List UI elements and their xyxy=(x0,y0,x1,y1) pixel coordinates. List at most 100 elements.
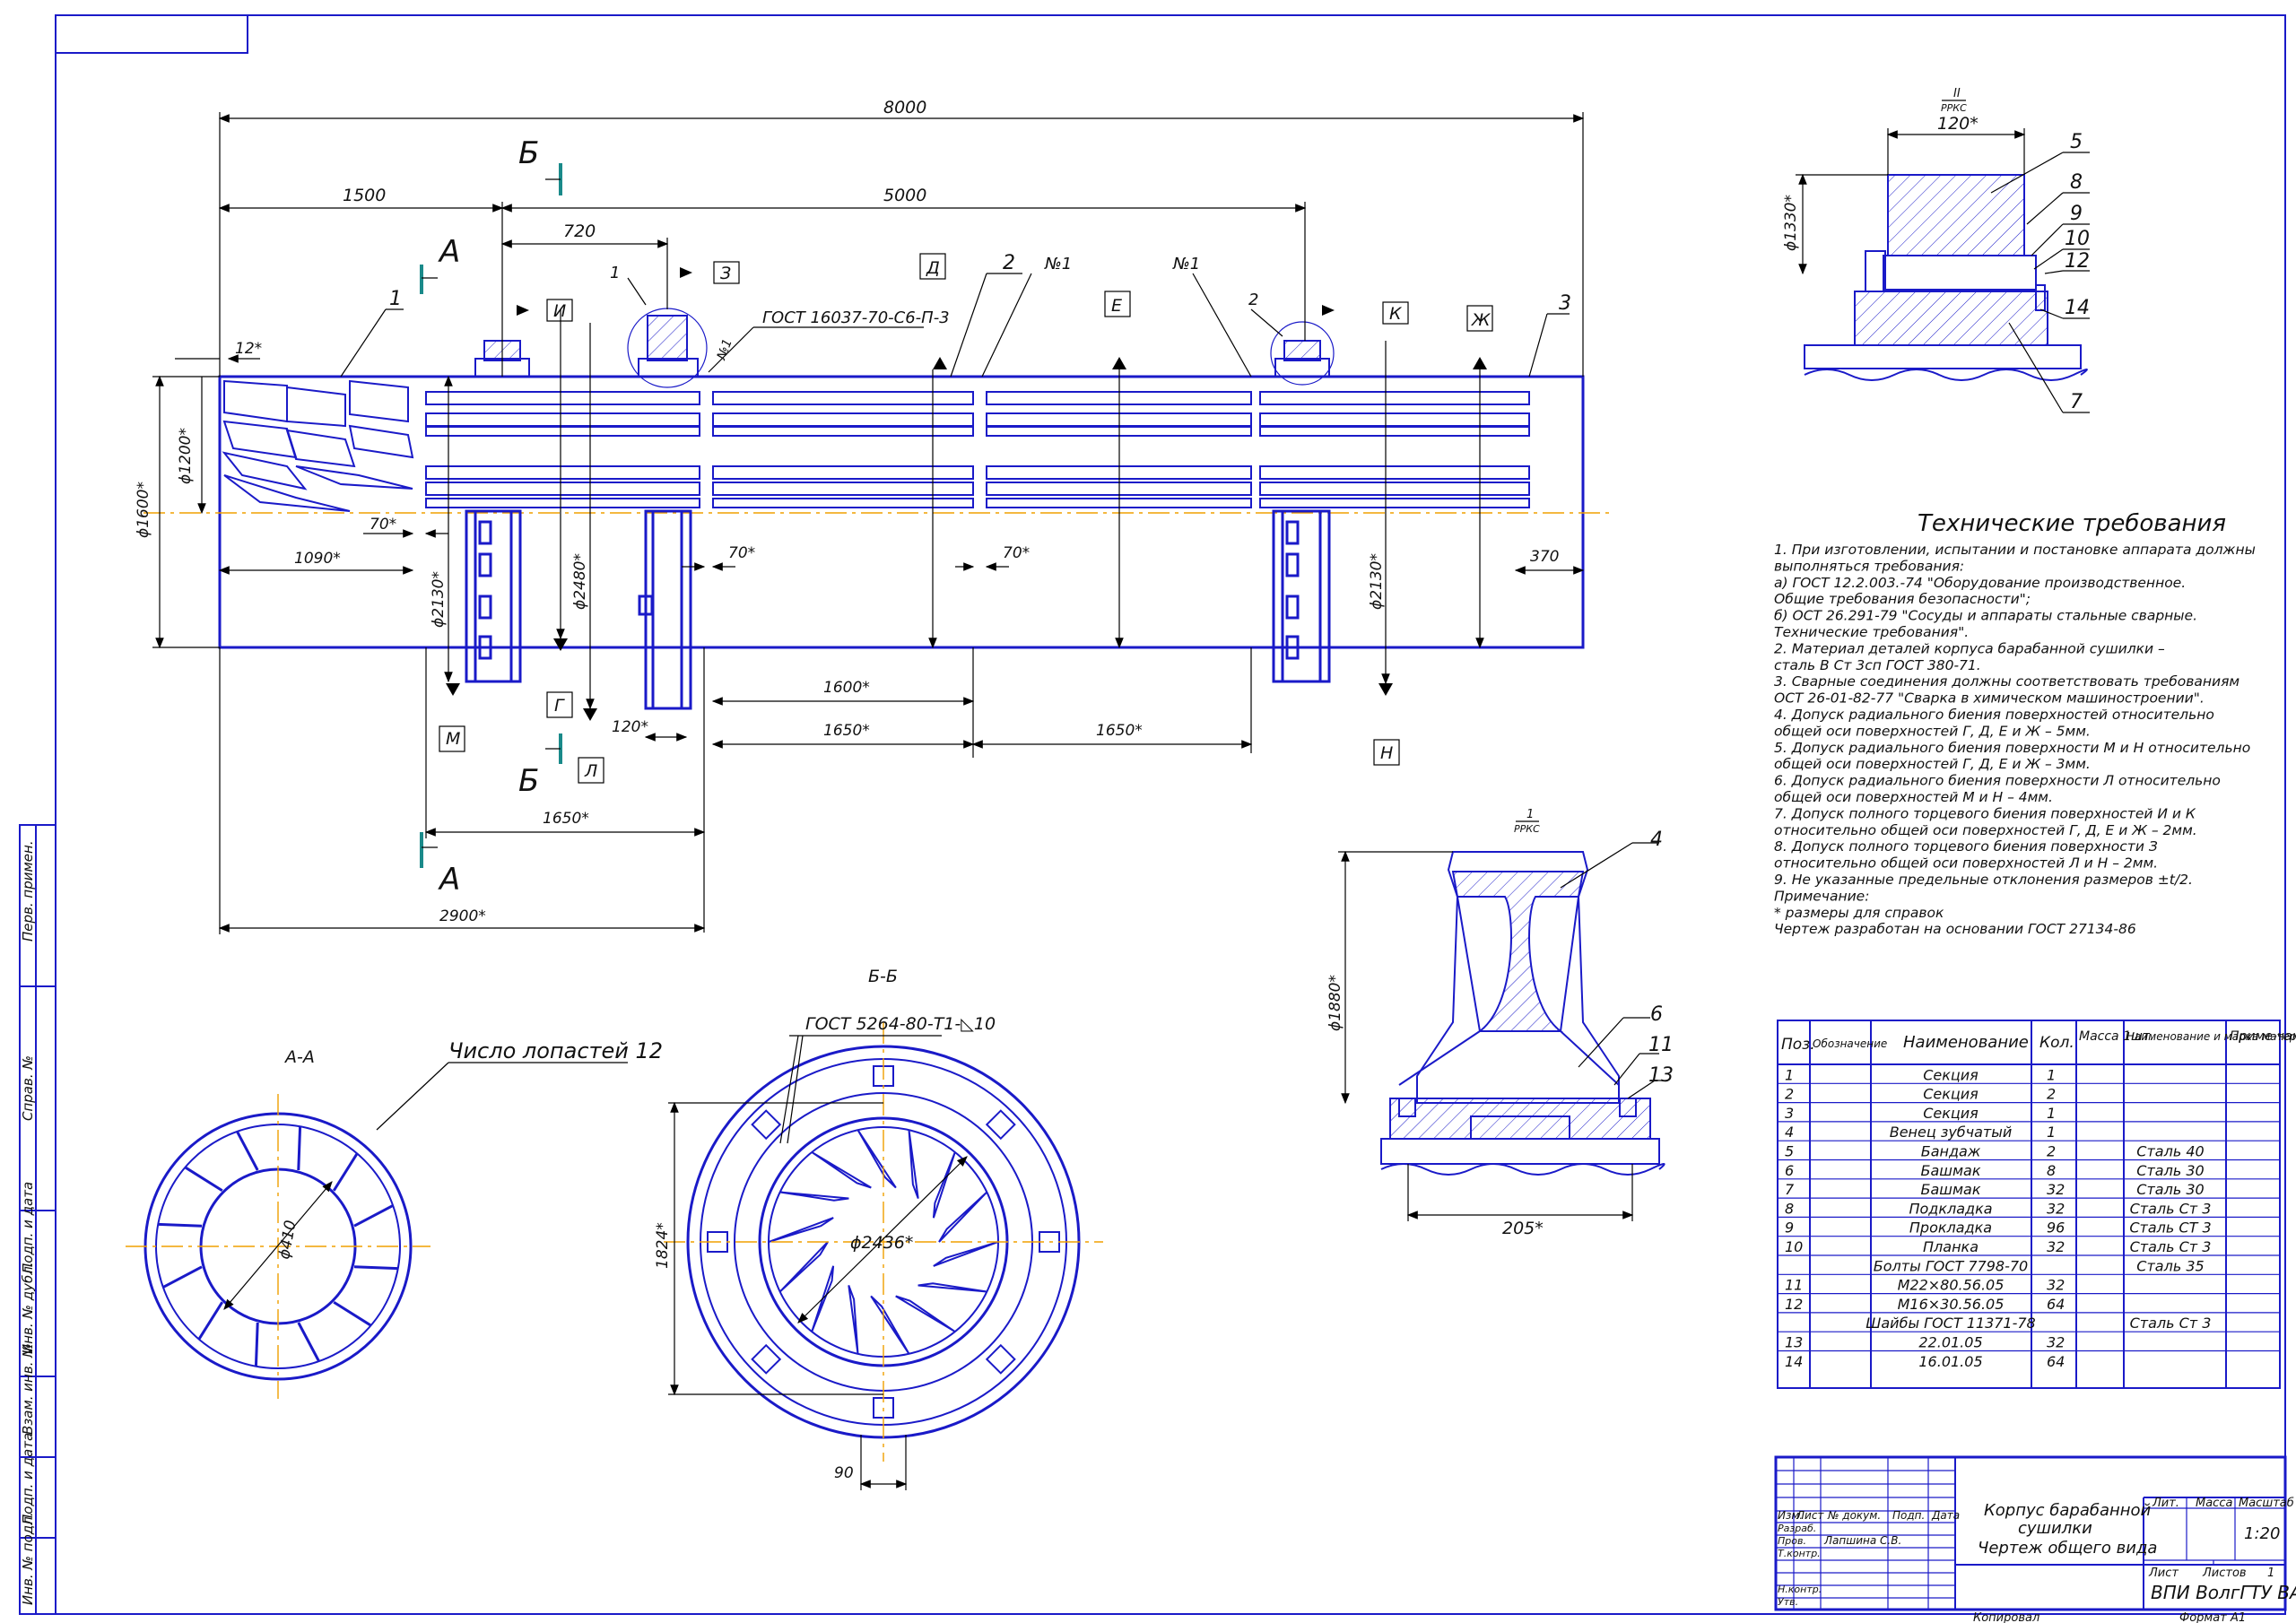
spec-cell: 8 xyxy=(2047,1162,2056,1179)
pos-7: 7 xyxy=(2070,391,2083,413)
spec-cell: Секция xyxy=(1923,1066,1979,1083)
dim-1330: ϕ1330* xyxy=(1782,195,1800,251)
blade xyxy=(197,1301,224,1341)
tb-copied: Копировал xyxy=(1973,1611,2039,1623)
inner-blade xyxy=(918,1282,987,1293)
gear-rim xyxy=(638,509,692,710)
sidebar-label-1: Перв. примен. xyxy=(20,840,36,942)
dim-70-b: 70* xyxy=(728,544,755,562)
tyre-right xyxy=(1272,509,1331,683)
pos-14: 14 xyxy=(2065,297,2090,319)
requirement-line: Технические требования". xyxy=(1774,624,1969,640)
dim-1880: ϕ1880* xyxy=(1326,975,1344,1031)
dim-1824: 1824* xyxy=(654,1222,672,1269)
main-view: З И Д Е К Ж М Г Л Н 8000 1500 5000 720 1… xyxy=(135,98,1614,934)
requirement-line: б) ОСТ 26.291-79 "Сосуды и аппараты стал… xyxy=(1774,608,2197,624)
spec-cell: Бандаж xyxy=(1921,1143,1981,1160)
detail-II xyxy=(1796,128,2090,413)
tb-sheet: Лист xyxy=(2148,1567,2179,1580)
section-mark-A-bottom: А xyxy=(438,862,460,898)
surface-D: Д xyxy=(926,258,940,278)
blade xyxy=(236,1131,259,1171)
blade xyxy=(297,1322,320,1362)
pos-5: 5 xyxy=(2070,131,2083,153)
pos-10: 10 xyxy=(2065,228,2090,250)
requirement-line: общей оси поверхностей М и Н – 4мм. xyxy=(1774,789,2053,805)
requirement-line: Примечание: xyxy=(1774,888,1869,904)
surface-L: Л xyxy=(584,761,597,781)
tb-col-date: Дата xyxy=(1931,1509,1960,1522)
blade xyxy=(254,1322,259,1367)
inner-blade xyxy=(779,1191,849,1202)
spec-cell: 32 xyxy=(2047,1200,2065,1217)
requirement-line: 3. Сварные соединения должны соответство… xyxy=(1774,673,2239,690)
requirement-line: общей оси поверхностей Г, Д, Е и Ж – 5мм… xyxy=(1774,723,2091,739)
spec-cell: 32 xyxy=(2047,1277,2065,1294)
surface-3: З xyxy=(720,264,731,283)
dim-90: 90 xyxy=(834,1464,854,1482)
requirement-line: общей оси поверхностей Г, Д, Е и Ж – 3мм… xyxy=(1774,756,2091,772)
dim-70-c: 70* xyxy=(1003,544,1030,562)
spec-cell: Шайбы ГОСТ 11371-78 xyxy=(1866,1315,2035,1332)
spec-cell: Сталь 40 xyxy=(2136,1143,2204,1160)
tb-col-list: Лист xyxy=(1796,1509,1824,1522)
tb-scale-value: 1:20 xyxy=(2244,1524,2280,1543)
spec-cell: М22×80.56.05 xyxy=(1898,1277,2005,1294)
requirements-title: Технические требования xyxy=(1918,510,2226,537)
requirement-line: выполняться требования: xyxy=(1774,558,1964,574)
detail-I-gear xyxy=(1338,842,1668,1221)
dim-1600-dia: ϕ1600* xyxy=(135,482,152,538)
tb-sheets: Листов xyxy=(2202,1567,2247,1580)
requirement-line: 4. Допуск радиального биения поверхносте… xyxy=(1774,707,2214,723)
surface-I: И xyxy=(553,301,566,321)
pos-8: 8 xyxy=(2070,171,2083,194)
weld-n1-b: №1 xyxy=(1172,255,1200,273)
tb-name-line3: Чертеж общего вида xyxy=(1978,1539,2157,1558)
inner-blade xyxy=(932,1151,956,1219)
tb-row-razrab: Разраб. xyxy=(1778,1523,1816,1534)
spec-cell: Подкладка xyxy=(1909,1200,1992,1217)
tyre-left xyxy=(465,509,522,683)
requirement-line: Общие требования безопасности"; xyxy=(1774,591,2031,607)
surface-Zh: Ж xyxy=(1471,310,1492,330)
detail-II-scale-num: II xyxy=(1953,87,1961,100)
requirement-line: 1. При изготовлении, испытании и постано… xyxy=(1774,542,2256,558)
dim-1650-a: 1650* xyxy=(823,722,870,740)
blade xyxy=(158,1222,203,1228)
spec-cell: Сталь 35 xyxy=(2136,1257,2204,1274)
dim-120-top: 120* xyxy=(1937,114,1979,134)
spec-header-qty: Кол. xyxy=(2039,1034,2074,1052)
inner-blade xyxy=(778,1241,829,1293)
pos-12: 12 xyxy=(2065,250,2090,273)
inner-blade xyxy=(857,1129,897,1189)
view-BB-title: Б-Б xyxy=(868,967,898,986)
spec-cell: Сталь 30 xyxy=(2136,1181,2204,1198)
sidebar-label-4: Инв. № дубл. xyxy=(20,1262,36,1354)
surface-E: Е xyxy=(1111,296,1122,316)
gost-5264: ГОСТ 5264-80-Т1-◺10 xyxy=(805,1014,996,1034)
section-AA xyxy=(126,1062,628,1399)
spec-header-pos: Поз. xyxy=(1781,1036,1815,1054)
detail-II-scale-den: РРКС xyxy=(1941,102,1967,114)
dim-12: 12* xyxy=(235,340,262,358)
tb-row-nkontr: Н.контр. xyxy=(1778,1584,1822,1595)
spec-cell: М16×30.56.05 xyxy=(1898,1296,2005,1313)
inner-blade xyxy=(938,1191,988,1243)
spec-cell: 22.01.05 xyxy=(1918,1334,1982,1351)
spec-cell: 14 xyxy=(1785,1353,1803,1370)
inner-blade xyxy=(811,1151,872,1189)
drawing-sheet: Перв. примен. Справ. № Подп. и дата Инв.… xyxy=(19,14,2296,1623)
pos-6: 6 xyxy=(1650,1003,1663,1026)
requirement-line: Чертеж разработан на основании ГОСТ 2713… xyxy=(1774,921,2136,937)
spec-header-note: Приме-чание xyxy=(2230,1029,2296,1044)
blade xyxy=(353,1204,394,1228)
spec-cell: Башмак xyxy=(1921,1162,1981,1179)
inner-blade xyxy=(768,1217,834,1243)
sidebar-label-7: Инв. № подл. xyxy=(20,1513,36,1605)
view-AA-title: А-А xyxy=(283,1047,315,1067)
spec-cell: 8 xyxy=(1785,1200,1794,1217)
requirement-line: сталь В Ст 3сп ГОСТ 380-71. xyxy=(1774,657,1981,673)
requirement-line: 7. Допуск полного торцевого биения повер… xyxy=(1774,805,2196,821)
dimension-lines xyxy=(152,112,1585,934)
sidebar-label-6: Подп. и дата xyxy=(20,1433,36,1524)
